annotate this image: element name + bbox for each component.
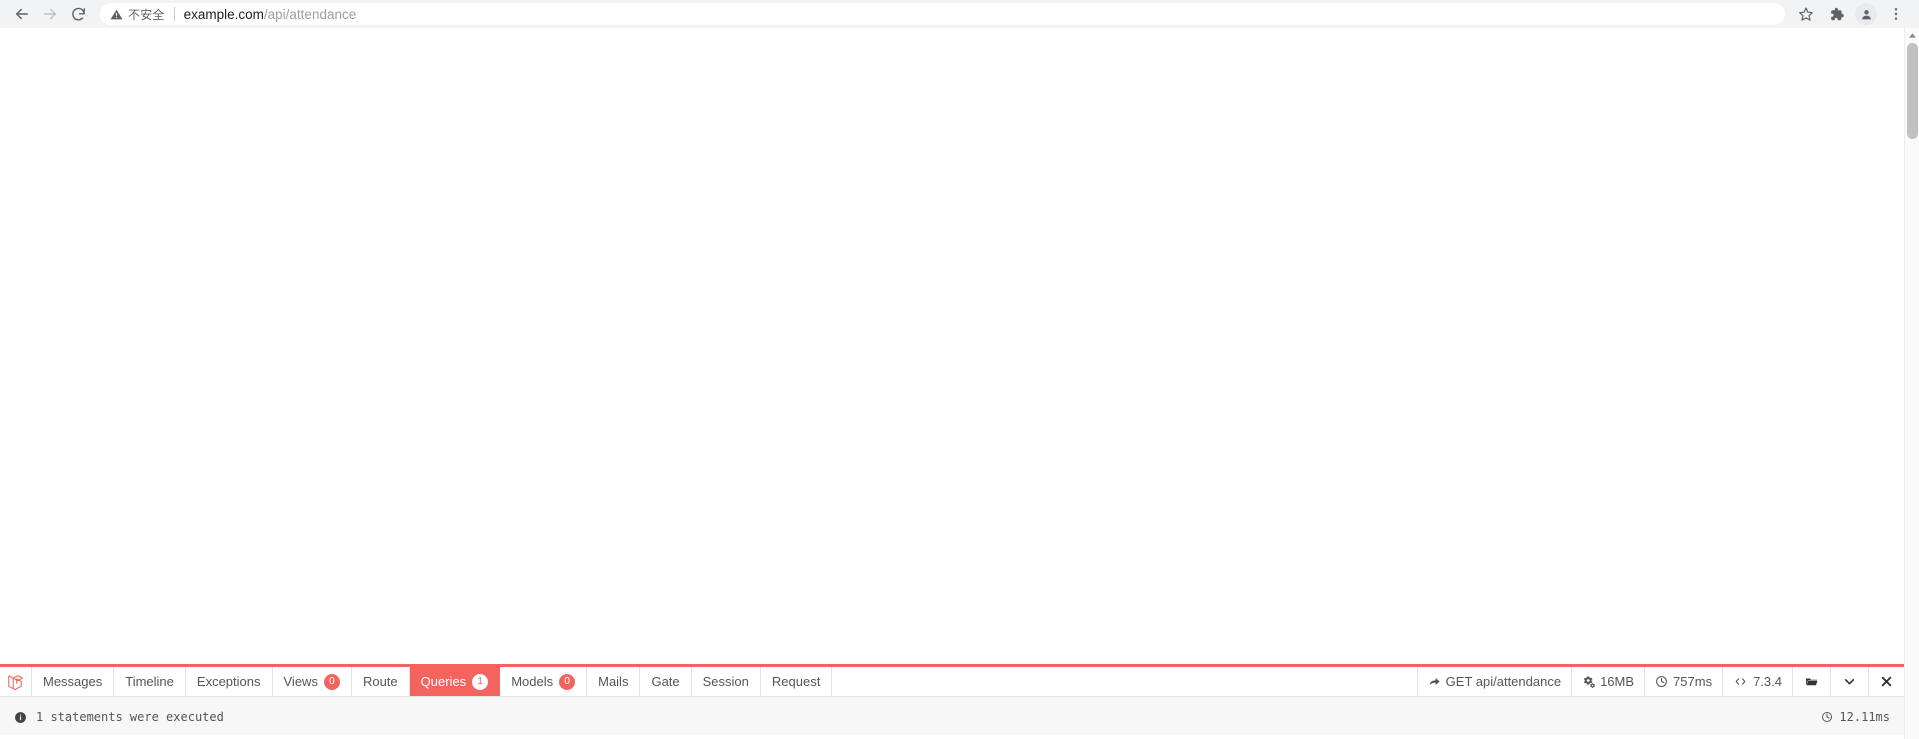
close-icon — [1881, 676, 1892, 687]
tab-label: Exceptions — [196, 674, 261, 689]
debugbar-tab-gate[interactable]: Gate — [640, 667, 692, 696]
status-message: 1 statements were executed — [36, 710, 224, 724]
debugbar-tab-bar: Messages Timeline Exceptions Views 0 Rou… — [0, 667, 1904, 697]
stat-current-request[interactable]: GET api/attendance — [1416, 667, 1571, 696]
close-button[interactable] — [1868, 667, 1904, 696]
tab-label: Views — [283, 674, 318, 689]
folder-icon — [1806, 678, 1818, 686]
debugbar-tab-mails[interactable]: Mails — [587, 667, 641, 696]
url-path: /api/attendance — [263, 6, 357, 22]
debugbar-tab-session[interactable]: Session — [692, 667, 761, 696]
tab-label: Route — [362, 674, 398, 689]
tab-badge-views: 0 — [323, 673, 340, 690]
tab-label: Models — [511, 674, 554, 689]
address-bar[interactable]: 不安全 example.com/api/attendance — [100, 3, 1785, 25]
tab-label: Gate — [651, 674, 680, 689]
clock-icon — [1822, 712, 1833, 722]
reload-icon — [71, 7, 85, 20]
chevron-up-icon — [1908, 33, 1916, 38]
stat-request-label: GET api/attendance — [1445, 674, 1562, 689]
debugbar-tab-request[interactable]: Request — [761, 667, 833, 696]
scrollbar-up-arrow[interactable] — [1905, 28, 1919, 43]
tab-label: Mails — [598, 674, 629, 689]
debugbar-tab-queries[interactable]: Queries 1 — [409, 667, 501, 696]
debugbar-tab-exceptions[interactable]: Exceptions — [186, 667, 273, 696]
laravel-logo-icon[interactable] — [0, 667, 32, 696]
status-message-group: 1 statements were executed — [14, 710, 224, 724]
info-icon — [15, 711, 26, 723]
debugbar-stats: GET api/attendance 16MB 757ms 7.3.4 — [1416, 667, 1904, 696]
url-host: example.com — [183, 6, 264, 22]
debugbar-tab-route[interactable]: Route — [352, 667, 410, 696]
back-arrow-icon — [16, 8, 28, 20]
omnibox-divider — [173, 7, 175, 21]
tab-label: Session — [702, 674, 749, 689]
share-arrow-icon — [1429, 677, 1440, 686]
stat-php-label: 7.3.4 — [1753, 674, 1782, 689]
chevron-down-icon — [1844, 679, 1855, 685]
star-icon — [1799, 7, 1813, 21]
debugbar-resize-handle[interactable] — [0, 735, 1904, 739]
code-brackets-icon — [1735, 678, 1746, 685]
page-content-area — [0, 28, 1919, 739]
vertical-scrollbar[interactable] — [1904, 28, 1919, 739]
profile-button[interactable] — [1851, 0, 1881, 28]
gears-icon — [1583, 676, 1596, 688]
back-button[interactable] — [8, 0, 36, 28]
stat-time[interactable]: 757ms — [1644, 667, 1722, 696]
tab-badge-queries: 1 — [472, 673, 489, 690]
puzzle-piece-icon — [1830, 7, 1844, 20]
debugbar-tab-models[interactable]: Models 0 — [500, 667, 588, 696]
reload-button[interactable] — [64, 0, 92, 28]
tab-badge-models: 0 — [559, 673, 576, 690]
debugbar-tab-timeline[interactable]: Timeline — [114, 667, 186, 696]
open-dataset-button[interactable] — [1792, 667, 1830, 696]
tab-label: Queries — [420, 674, 467, 689]
minimize-button[interactable] — [1830, 667, 1868, 696]
debugbar-status-bar: 1 statements were executed 12.11ms — [0, 697, 1904, 738]
not-secure-warning-icon[interactable] — [110, 8, 123, 21]
security-status-label: 不安全 — [128, 7, 165, 22]
stat-memory[interactable]: 16MB — [1571, 667, 1644, 696]
avatar — [1855, 3, 1877, 25]
stat-time-label: 757ms — [1673, 674, 1713, 689]
status-duration: 12.11ms — [1839, 710, 1890, 724]
bookmark-button[interactable] — [1791, 0, 1821, 28]
laravel-debugbar: Messages Timeline Exceptions Views 0 Rou… — [0, 664, 1904, 739]
debugbar-tab-messages[interactable]: Messages — [32, 667, 115, 696]
url-display: example.com/api/attendance — [184, 7, 357, 22]
status-duration-group: 12.11ms — [1821, 710, 1890, 724]
forward-arrow-icon — [44, 8, 56, 20]
tab-label: Timeline — [125, 674, 174, 689]
person-icon — [1861, 9, 1871, 19]
clock-icon — [1656, 676, 1667, 687]
extensions-button[interactable] — [1821, 0, 1851, 28]
three-dots-vertical-icon — [1894, 8, 1898, 20]
forward-button[interactable] — [36, 0, 64, 28]
tab-label: Messages — [43, 674, 103, 689]
debugbar-tab-views[interactable]: Views 0 — [273, 667, 352, 696]
stat-memory-label: 16MB — [1600, 674, 1635, 689]
scrollbar-thumb[interactable] — [1907, 43, 1918, 139]
tab-bar-spacer — [832, 667, 1416, 696]
stat-php-version[interactable]: 7.3.4 — [1722, 667, 1792, 696]
browser-toolbar: 不安全 example.com/api/attendance — [0, 0, 1919, 28]
chrome-menu-button[interactable] — [1881, 0, 1911, 28]
tab-label: Request — [771, 674, 821, 689]
browser-action-buttons — [1791, 0, 1911, 28]
